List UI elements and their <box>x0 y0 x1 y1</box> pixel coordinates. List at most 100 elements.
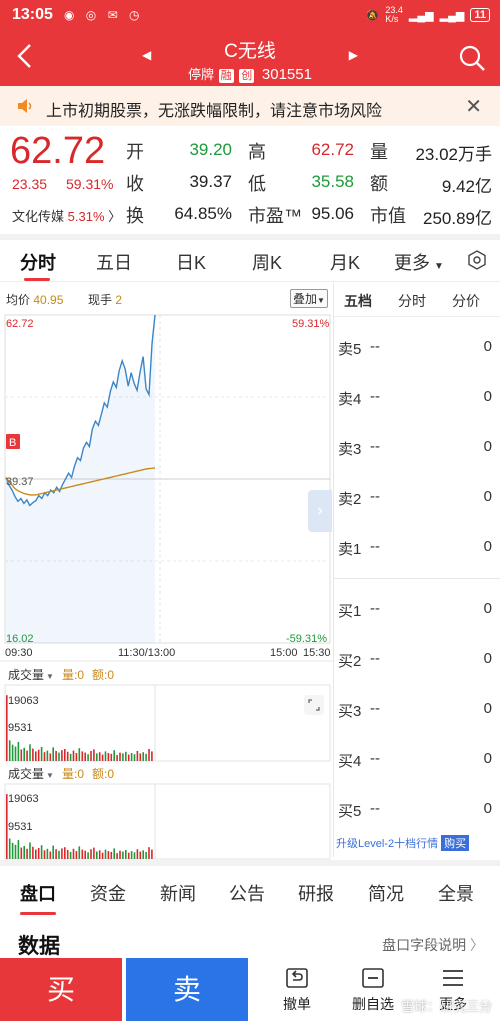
volume-bar <box>151 751 153 761</box>
volume-value: 量:0 <box>62 668 84 682</box>
cancel-order-icon <box>286 968 308 988</box>
sector-link[interactable]: 文化传媒 5.31% 〉 <box>12 206 121 225</box>
field-explain-label: 盘口字段说明 <box>382 937 467 953</box>
level-label: 买4 <box>338 753 362 770</box>
level-qty: 0 <box>483 750 492 767</box>
volume-bar <box>40 845 43 859</box>
volume-bar <box>104 751 107 761</box>
volume-title[interactable]: 成交量 <box>8 667 44 682</box>
tab-price-dist[interactable]: 分价 <box>452 291 480 311</box>
tab-funds[interactable]: 资金 <box>90 880 126 906</box>
remove-watchlist-icon <box>362 968 384 988</box>
level-price: -- <box>370 488 380 505</box>
volume-bar <box>49 753 52 761</box>
buy-marker-label: B <box>9 437 16 449</box>
tab-handicap[interactable]: 盘口 <box>20 880 56 906</box>
orderbook-row: 买3 -- 0 <box>334 700 500 720</box>
volume-bar <box>119 850 121 859</box>
detail-tabs: 盘口 资金 新闻 公告 研报 简况 全景 <box>0 860 500 915</box>
stat-value: 62.72 <box>311 140 354 159</box>
level-label: 买3 <box>338 703 362 720</box>
volume-bar <box>125 850 127 859</box>
buy-button[interactable]: 买 <box>0 958 122 1021</box>
remove-watchlist-button[interactable]: 删自选 <box>338 966 408 1014</box>
sell-button[interactable]: 卖 <box>126 958 248 1021</box>
field-explain-link[interactable]: 盘口字段说明 〉 <box>382 935 484 955</box>
last-price: 62.72 <box>10 130 106 172</box>
remove-watchlist-label: 删自选 <box>352 996 394 1012</box>
volume-bar <box>52 747 54 761</box>
tab-five-level[interactable]: 五档 <box>344 291 372 311</box>
signal-icon-2: ▂▄▆ <box>439 9 465 22</box>
quote-panel: 62.72 23.35 59.31% 文化传媒 5.31% 〉 开 39.20 … <box>0 128 500 234</box>
volume-bar <box>78 748 81 761</box>
tab-monthly-k[interactable]: 月K <box>330 249 360 275</box>
tab-profile[interactable]: 简况 <box>368 880 404 906</box>
volume-bar <box>43 752 46 761</box>
purchase-button[interactable]: 购买 <box>441 835 470 851</box>
intraday-chart[interactable]: 62.72 59.31% 39.37 16.02 -59.31% B 09:30… <box>0 283 334 863</box>
tab-weekly-k[interactable]: 周K <box>252 249 282 275</box>
volume-bar <box>61 848 63 859</box>
stock-code: 301551 <box>261 66 312 83</box>
level-qty: 0 <box>483 800 492 817</box>
volume-bar <box>110 851 113 859</box>
chevron-right-icon[interactable]: › <box>308 490 332 532</box>
tab-research[interactable]: 研报 <box>298 880 334 906</box>
tab-five-day[interactable]: 五日 <box>96 249 132 275</box>
chart-settings-icon[interactable] <box>466 249 488 271</box>
volume-bar <box>58 850 60 859</box>
volume-bar <box>122 753 124 761</box>
volume-bar <box>37 848 40 859</box>
level-price: -- <box>370 438 380 455</box>
level-qty: 0 <box>483 388 492 405</box>
cancel-order-button[interactable]: 撤单 <box>262 966 332 1014</box>
level-price: -- <box>370 650 380 667</box>
volume-bar <box>142 752 144 761</box>
volume-bar <box>81 751 84 761</box>
level2-upgrade-link[interactable]: 升级Level-2十档行情 购买 <box>336 835 470 851</box>
orderbook-row: 卖2 -- 0 <box>334 488 500 508</box>
level-label: 买1 <box>338 603 362 620</box>
chevron-right-icon: 〉 <box>470 937 484 953</box>
volume-bar <box>55 849 57 859</box>
volume-bar <box>130 753 133 761</box>
volume-title[interactable]: 成交量 <box>8 766 44 781</box>
tab-daily-k[interactable]: 日K <box>176 249 206 275</box>
stat-value: 9.42亿 <box>441 177 492 196</box>
volume-bar <box>93 847 95 859</box>
volume-bar <box>136 751 139 761</box>
level-price: -- <box>370 338 380 355</box>
chinext-tag: 创 <box>239 69 255 83</box>
volume-bar <box>75 851 78 859</box>
level-qty: 0 <box>483 338 492 355</box>
volume-bar <box>133 754 136 761</box>
tab-panorama[interactable]: 全景 <box>438 880 474 906</box>
volume-bar <box>26 750 28 761</box>
orderbook-row: 卖4 -- 0 <box>334 388 500 408</box>
tab-news[interactable]: 新闻 <box>160 880 196 906</box>
level-qty: 0 <box>483 650 492 667</box>
tab-more[interactable]: 更多 ▼ <box>394 249 444 275</box>
search-icon[interactable] <box>458 44 486 72</box>
tab-announcements[interactable]: 公告 <box>229 880 265 906</box>
volume-bar <box>46 750 49 761</box>
volume-bar <box>75 753 78 761</box>
volume-bar <box>17 840 20 859</box>
level-label: 卖3 <box>338 441 362 458</box>
expand-icon[interactable] <box>304 695 324 715</box>
orderbook-row: 卖5 -- 0 <box>334 338 500 358</box>
volume-bar <box>69 753 72 761</box>
volume-tick-high: 19063 <box>8 793 39 805</box>
stat-label: 低 <box>248 174 266 194</box>
signal-icon: ▂▄▆ <box>408 9 434 22</box>
x-label-open: 09:30 <box>5 647 33 659</box>
status-right: 🔕 23.4 K/s ▂▄▆ ▂▄▆ 11 <box>366 6 490 24</box>
tab-intraday[interactable]: 分时 <box>20 249 56 275</box>
stat-label: 换 <box>126 206 144 226</box>
tab-more-label: 更多 <box>394 253 430 273</box>
close-icon[interactable]: ✕ <box>465 94 482 119</box>
tab-time-sales[interactable]: 分时 <box>398 291 426 311</box>
stat-label: 收 <box>126 174 144 194</box>
data-section-title: 数据 <box>18 935 60 958</box>
